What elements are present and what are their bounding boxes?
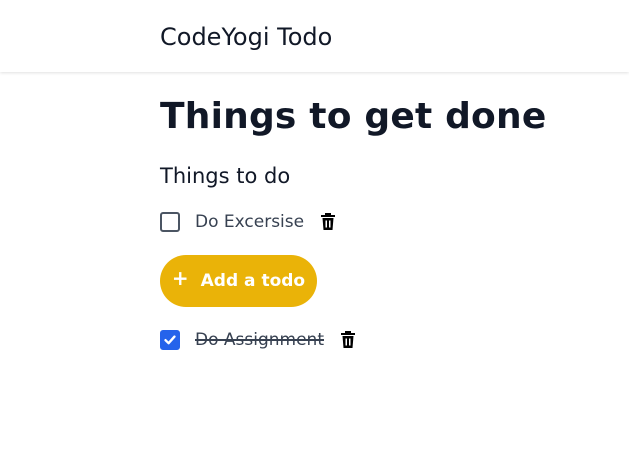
check-icon xyxy=(164,335,176,345)
add-todo-button[interactable]: + Add a todo xyxy=(160,255,317,307)
trash-icon[interactable] xyxy=(340,331,356,349)
todo-item: Do Excersise xyxy=(160,211,336,233)
todo-label: Do Excersise xyxy=(195,212,305,232)
page-title: Things to get done xyxy=(160,96,547,137)
todo-checkbox[interactable] xyxy=(160,212,180,232)
todo-section-title: Things to do xyxy=(160,164,291,188)
plus-icon: + xyxy=(171,266,189,290)
app-title: CodeYogi Todo xyxy=(160,23,333,51)
done-label: Do Assignment xyxy=(195,330,324,350)
add-todo-label: Add a todo xyxy=(200,271,306,291)
trash-icon[interactable] xyxy=(320,213,336,231)
done-checkbox[interactable] xyxy=(160,330,180,350)
done-item: Do Assignment xyxy=(160,329,356,351)
top-navbar: CodeYogi Todo xyxy=(0,0,629,72)
